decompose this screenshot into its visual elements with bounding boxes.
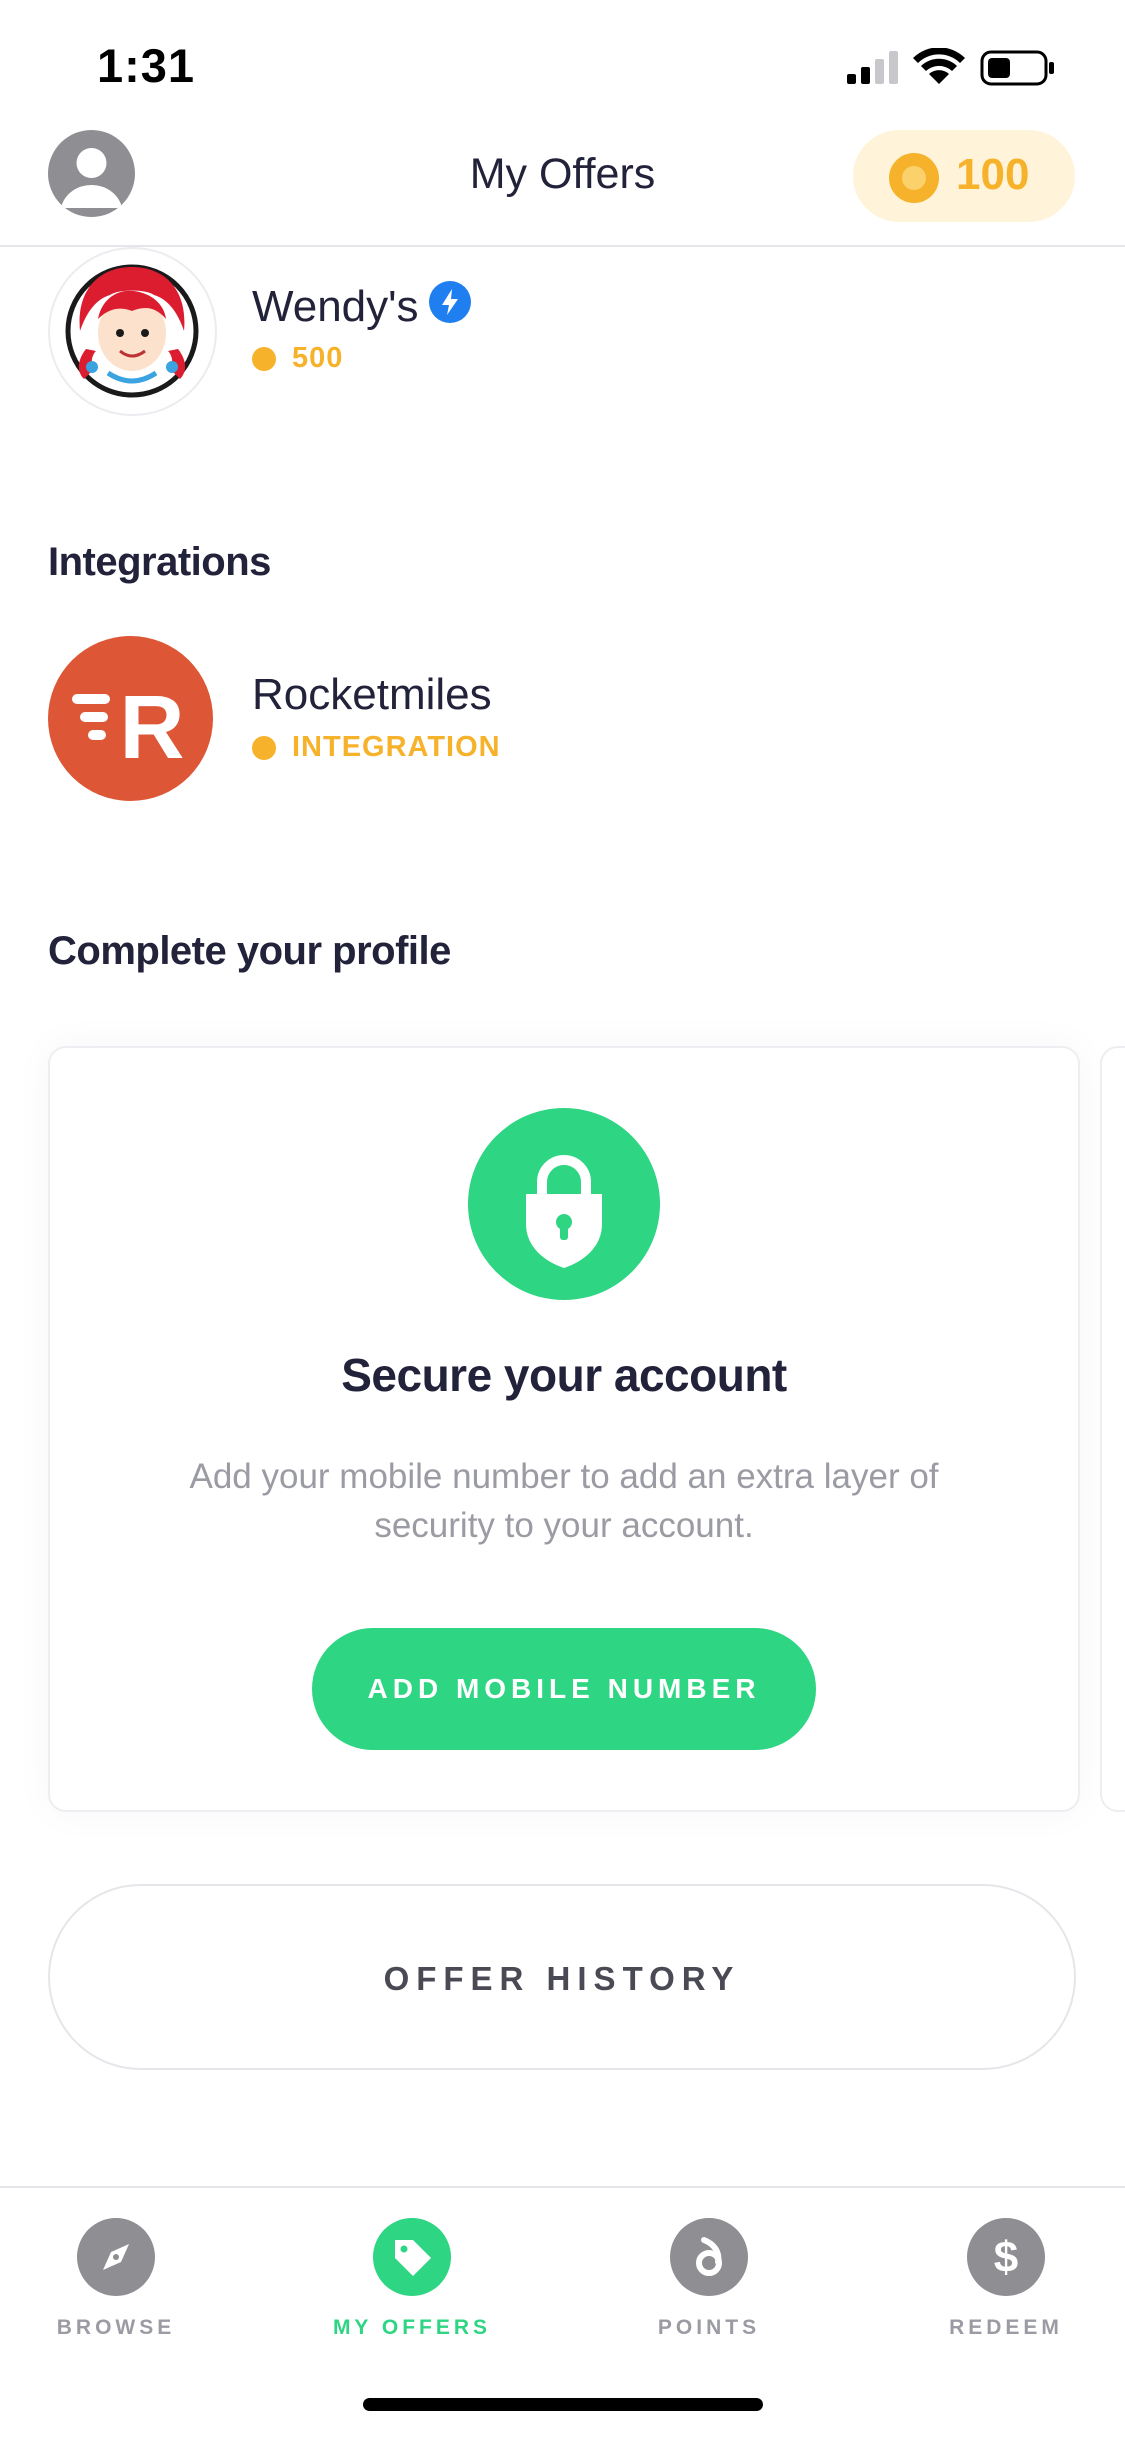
status-time: 1:31 [97, 39, 196, 92]
tab-my-offers[interactable]: MY OFFERS [312, 2218, 512, 2358]
offer-points: 500 [292, 342, 344, 374]
wendys-logo-icon [65, 264, 199, 398]
lock-icon-badge [468, 1108, 660, 1300]
rocketmiles-logo-icon: R [72, 678, 185, 778]
coin-icon [252, 736, 276, 760]
home-indicator [363, 2398, 763, 2411]
coin-icon [252, 347, 276, 371]
tab-label: BROWSE [56, 2316, 176, 2339]
rocketmiles-logo-letter: R [120, 678, 185, 778]
next-card-peek[interactable] [1100, 1046, 1125, 1812]
coin-icon [889, 153, 939, 203]
status-icons [845, 47, 1085, 88]
integration-tag: INTEGRATION [292, 731, 501, 763]
tab-label: MY OFFERS [332, 2316, 492, 2339]
compass-icon [77, 2218, 155, 2296]
secure-account-card: Secure your account Add your mobile numb… [48, 1046, 1080, 1812]
integrations-heading: Integrations [48, 540, 271, 584]
tab-points[interactable]: POINTS [609, 2218, 809, 2358]
tag-icon [373, 2218, 451, 2296]
tab-label: REDEEM [949, 2316, 1063, 2339]
points-balance-value: 100 [956, 150, 1030, 199]
offer-brand-name: Wendy's [252, 282, 419, 331]
top-header: My Offers 100 [0, 120, 1125, 247]
add-mobile-number-button[interactable]: ADD MOBILE NUMBER [312, 1628, 816, 1750]
signal-wifi-battery-icon [847, 47, 1054, 86]
tab-browse[interactable]: BROWSE [16, 2218, 216, 2358]
rocketmiles-logo: R [48, 636, 213, 801]
svg-text:$: $ [994, 2233, 1018, 2282]
card-description: Add your mobile number to add an extra l… [189, 1457, 939, 1545]
tab-redeem[interactable]: $ REDEEM [906, 2218, 1106, 2358]
wendys-logo [48, 247, 217, 416]
verified-icon [429, 281, 471, 323]
offer-history-button[interactable]: OFFER HISTORY [48, 1884, 1076, 2070]
card-title: Secure your account [341, 1349, 787, 1401]
tab-label: POINTS [657, 2316, 761, 2339]
points-balance-pill[interactable]: 100 [853, 130, 1075, 222]
points-icon [670, 2218, 748, 2296]
complete-profile-heading: Complete your profile [48, 929, 451, 973]
dollar-icon: $ [967, 2218, 1045, 2296]
lock-icon [526, 1155, 602, 1268]
status-bar: 1:31 [0, 0, 1125, 120]
integration-name: Rocketmiles [252, 670, 492, 719]
